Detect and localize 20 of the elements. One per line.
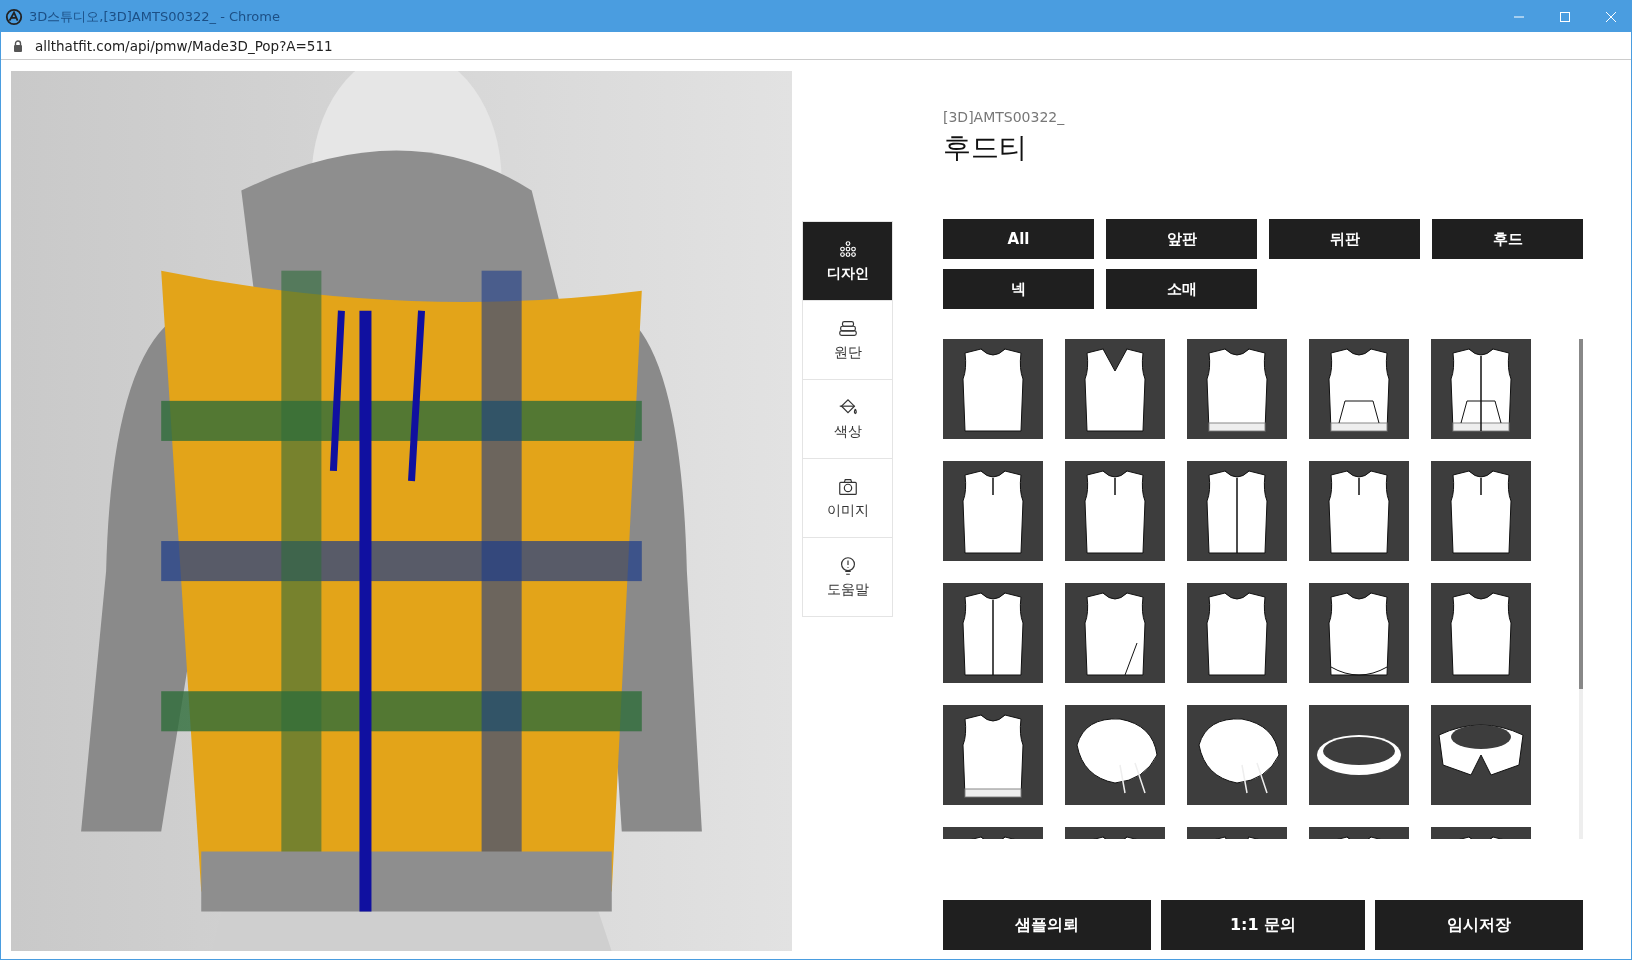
filter-button[interactable]: 소매 — [1106, 269, 1257, 309]
maximize-icon[interactable] — [1559, 10, 1571, 23]
product-code: [3D]AMTS00322_ — [943, 109, 1066, 125]
product-name: 후드티 — [943, 130, 1028, 166]
filter-button[interactable]: 뒤판 — [1269, 219, 1420, 259]
lock-icon — [13, 39, 23, 52]
action-button[interactable]: 샘플의뢰 — [943, 900, 1151, 950]
filter-button[interactable]: 후드 — [1432, 219, 1583, 259]
filter-button[interactable]: All — [943, 219, 1094, 259]
action-button[interactable]: 1:1 문의 — [1161, 900, 1365, 950]
url-text[interactable]: allthatfit.com/api/pmw/Made3D_Pop?A=511 — [35, 37, 333, 54]
side-menu-item[interactable]: 디자인 — [803, 221, 892, 300]
close-icon[interactable] — [1605, 10, 1617, 23]
filter-button[interactable]: 앞판 — [1106, 219, 1257, 259]
camera-icon — [836, 476, 859, 498]
window-title: 3D스튜디오,[3D]AMTS00322_ - Chrome — [29, 7, 281, 26]
scrollbar[interactable] — [1579, 339, 1583, 839]
logo-icon — [5, 7, 23, 26]
action-button[interactable]: 임시저장 — [1375, 900, 1583, 950]
filter-button[interactable]: 넥 — [943, 269, 1094, 309]
